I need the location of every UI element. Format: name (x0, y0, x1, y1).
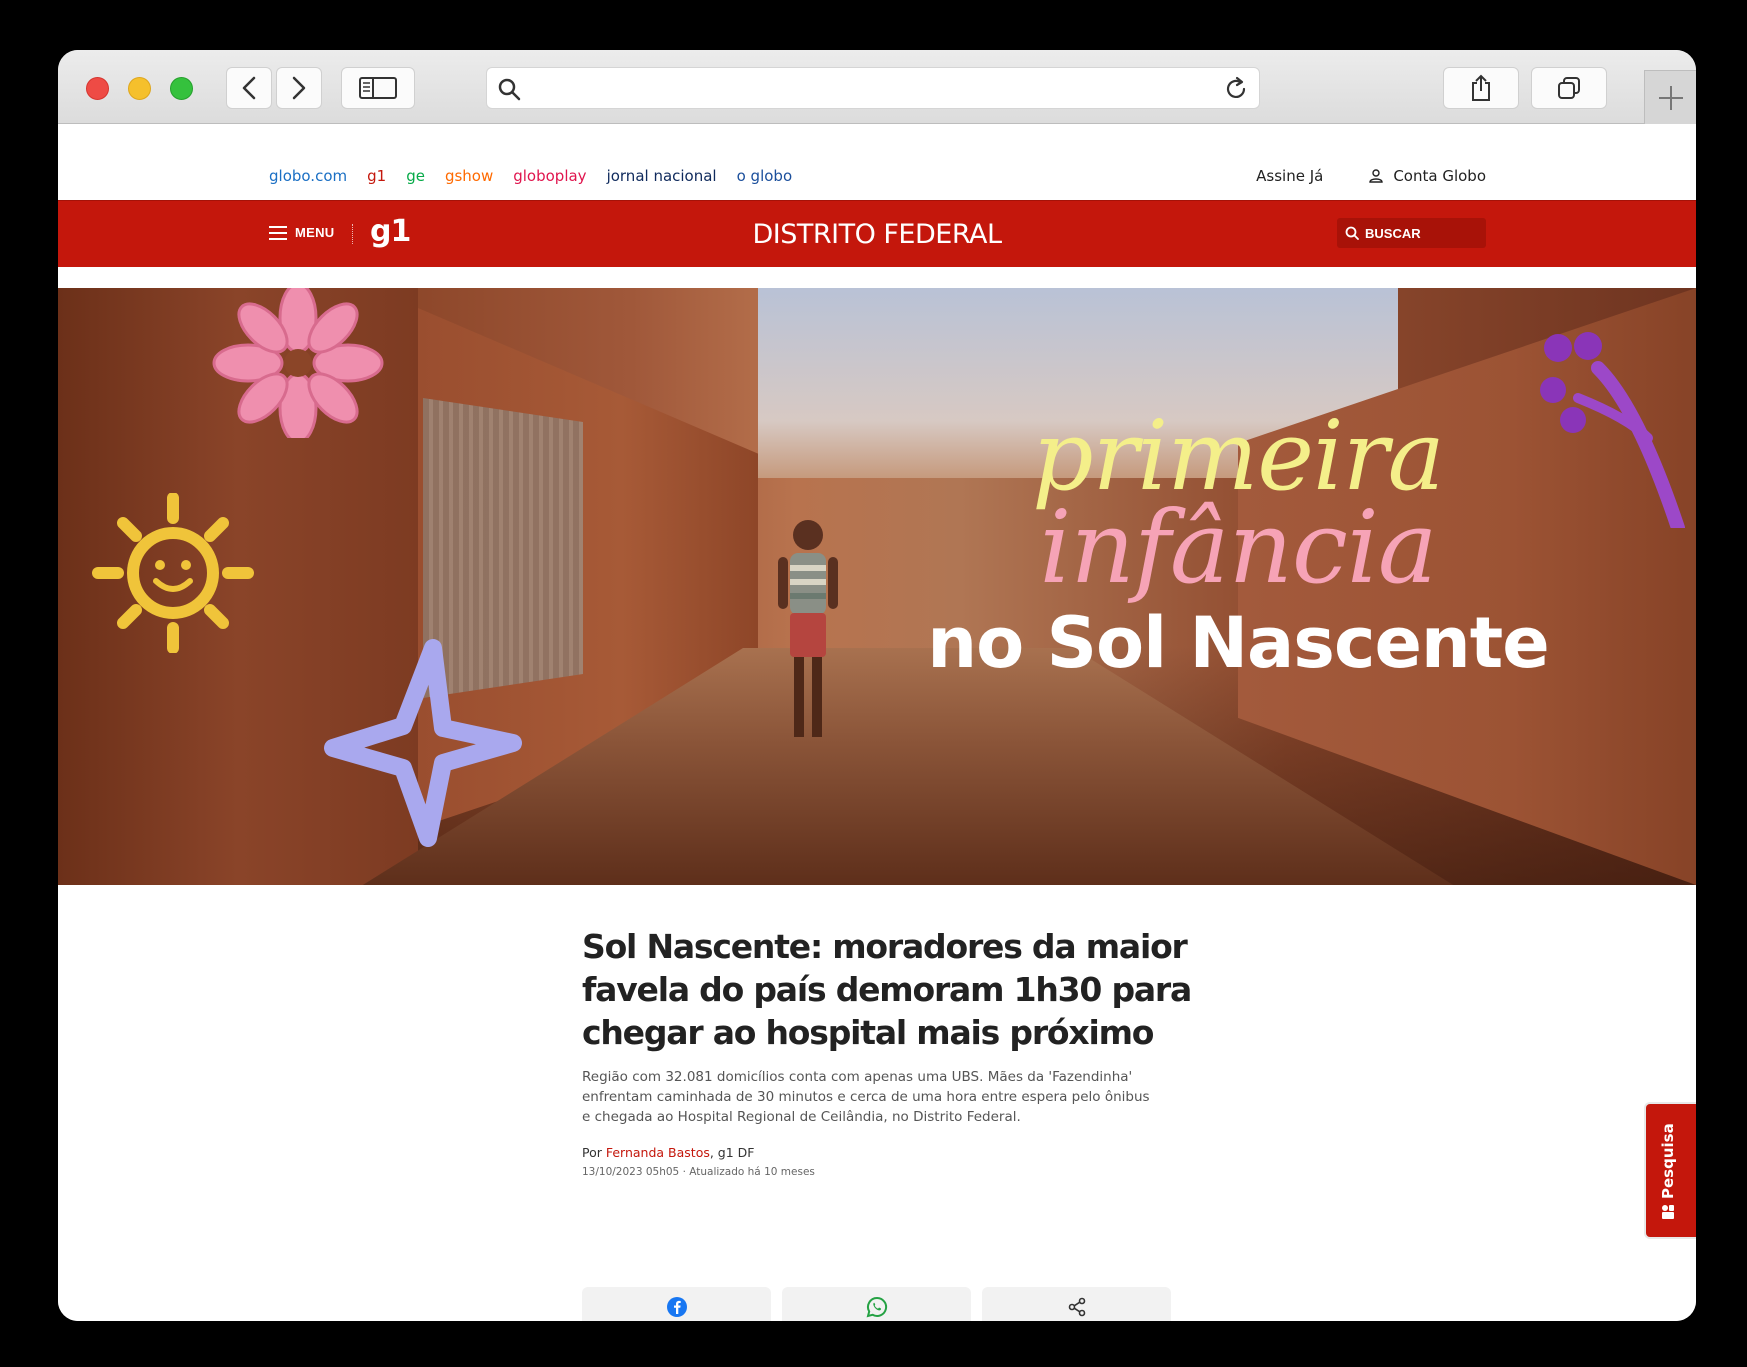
section-header: MENU g1 DISTRITO FEDERAL BUSCAR (58, 200, 1696, 267)
account-link[interactable]: Conta Globo (1369, 167, 1486, 185)
facebook-icon (666, 1297, 687, 1317)
sun-icon (92, 493, 254, 653)
hero-line-sol-nascente: no Sol Nascente (927, 602, 1549, 684)
new-tab-button[interactable] (1644, 70, 1696, 124)
share-icon (1068, 1297, 1085, 1317)
share-up-icon (1472, 74, 1490, 101)
network-link-g1[interactable]: g1 (367, 167, 386, 185)
byline-prefix: Por (582, 1145, 606, 1160)
network-link-globoplay[interactable]: globoplay (513, 167, 586, 185)
hero-banner: primeira infância no Sol Nascente (58, 288, 1696, 885)
hero-title: primeira infância no Sol Nascente (918, 408, 1558, 678)
reload-icon[interactable] (1223, 76, 1249, 102)
address-bar[interactable] (486, 67, 1260, 109)
browser-toolbar (58, 50, 1696, 124)
zoom-window-button[interactable] (170, 77, 193, 100)
search-label: BUSCAR (1365, 225, 1421, 241)
subscribe-link[interactable]: Assine Já (1256, 167, 1323, 185)
pink-flower-icon (212, 288, 384, 438)
network-link-ge[interactable]: ge (406, 167, 425, 185)
tabs-overview-button[interactable] (1531, 67, 1607, 109)
share-more-button[interactable] (982, 1287, 1171, 1321)
account-label: Conta Globo (1393, 167, 1486, 185)
survey-tab-label: Pesquisa (1659, 1123, 1677, 1219)
search-icon (498, 78, 521, 101)
share-page-button[interactable] (1443, 67, 1519, 109)
globo-top-nav: globo.com g1 ge gshow globoplay jornal nacion… (58, 125, 1696, 199)
star-icon (324, 639, 522, 847)
article-title: Sol Nascente: moradores da maior favela … (582, 927, 1192, 1052)
share-whatsapp-button[interactable] (782, 1287, 971, 1321)
network-links: globo.com g1 ge gshow globoplay jornal nacion… (269, 167, 812, 185)
forward-button[interactable] (276, 67, 322, 109)
back-button[interactable] (226, 67, 272, 109)
purple-flower-icon (1540, 332, 1685, 528)
survey-tab[interactable]: Pesquisa (1644, 1102, 1696, 1239)
article-byline: Por Fernanda Bastos, g1 DF (582, 1145, 1192, 1160)
share-facebook-button[interactable] (582, 1287, 771, 1321)
child-figure (778, 520, 838, 737)
article-subtitle: Região com 32.081 domicílios conta com a… (582, 1069, 1150, 1125)
network-link-gshow[interactable]: gshow (445, 167, 493, 185)
byline-suffix: , g1 DF (709, 1145, 755, 1160)
sidebar-button[interactable] (341, 67, 415, 109)
chevron-left-icon (242, 76, 256, 100)
search-icon (1345, 226, 1359, 240)
plus-icon (1658, 85, 1683, 110)
close-window-button[interactable] (86, 77, 109, 100)
whatsapp-icon (866, 1296, 887, 1318)
author-link[interactable]: Fernanda Bastos (606, 1145, 710, 1160)
tabs-icon (1558, 77, 1580, 99)
sidebar-icon (359, 77, 397, 99)
network-link-jornal-nacional[interactable]: jornal nacional (607, 167, 717, 185)
article-dates: 13/10/2023 05h05 · Atualizado há 10 mese… (582, 1166, 815, 1178)
search-button[interactable]: BUSCAR (1337, 218, 1486, 248)
article-header: Sol Nascente: moradores da maior favela … (582, 925, 1192, 1178)
chevron-right-icon (292, 76, 306, 100)
browser-window: globo.com g1 ge gshow globoplay jornal nacion… (58, 50, 1696, 1321)
survey-icon (1662, 1205, 1674, 1219)
web-page: globo.com g1 ge gshow globoplay jornal nacion… (58, 125, 1696, 1321)
network-link-o-globo[interactable]: o globo (737, 167, 793, 185)
survey-label-text: Pesquisa (1659, 1123, 1677, 1199)
hero-line-infancia: infância (1039, 489, 1437, 606)
share-bar (582, 1287, 1171, 1321)
network-link-globo-com[interactable]: globo.com (269, 167, 347, 185)
minimize-window-button[interactable] (128, 77, 151, 100)
user-icon (1369, 169, 1384, 183)
